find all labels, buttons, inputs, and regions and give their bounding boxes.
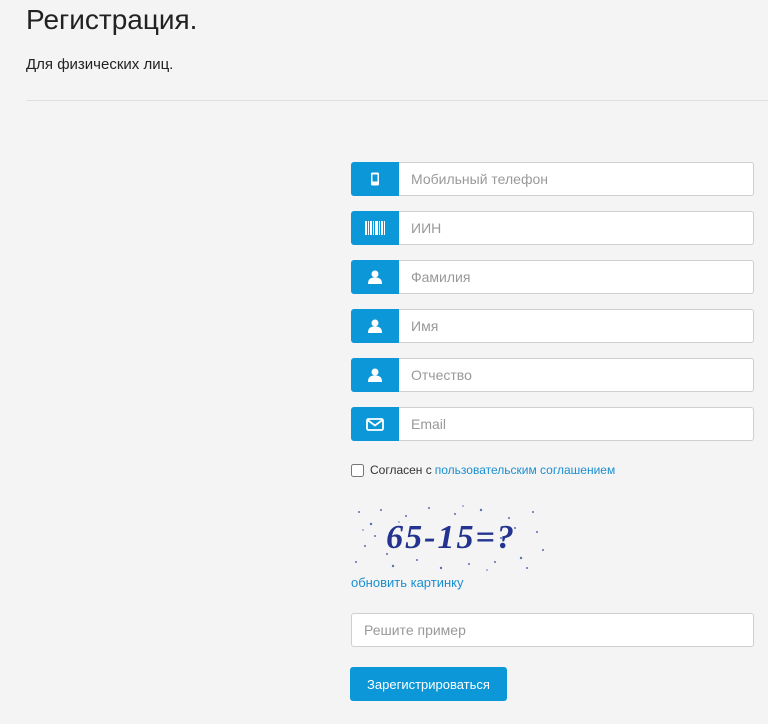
phone-input[interactable] <box>399 162 754 196</box>
lastname-field-group <box>351 260 754 294</box>
envelope-icon <box>351 407 399 441</box>
patronymic-field-group <box>351 358 754 392</box>
user-icon <box>351 358 399 392</box>
mobile-phone-icon <box>351 162 399 196</box>
agreement-row: Согласен с пользовательским соглашением <box>351 463 615 477</box>
patronymic-input[interactable] <box>399 358 754 392</box>
captcha-text: 65-15=? <box>386 519 516 556</box>
email-field-group <box>351 407 754 441</box>
barcode-icon <box>351 211 399 245</box>
agreement-label: Согласен с <box>370 463 432 477</box>
iin-field-group <box>351 211 754 245</box>
iin-input[interactable] <box>399 211 754 245</box>
firstname-input[interactable] <box>399 309 754 343</box>
firstname-field-group <box>351 309 754 343</box>
captcha-image: 65-15=? <box>351 502 549 574</box>
phone-field-group <box>351 162 754 196</box>
page-subtitle: Для физических лиц. <box>26 56 174 73</box>
agreement-checkbox[interactable] <box>351 463 364 477</box>
user-agreement-link[interactable]: пользовательским соглашением <box>435 463 615 477</box>
page-title: Регистрация. <box>26 4 198 35</box>
user-icon <box>351 309 399 343</box>
register-button[interactable]: Зарегистрироваться <box>350 667 507 701</box>
lastname-input[interactable] <box>399 260 754 294</box>
refresh-captcha-link[interactable]: обновить картинку <box>351 575 463 590</box>
header-divider <box>26 100 768 101</box>
user-icon <box>351 260 399 294</box>
registration-form <box>351 162 754 456</box>
captcha-answer-input[interactable] <box>351 613 754 647</box>
email-input[interactable] <box>399 407 754 441</box>
